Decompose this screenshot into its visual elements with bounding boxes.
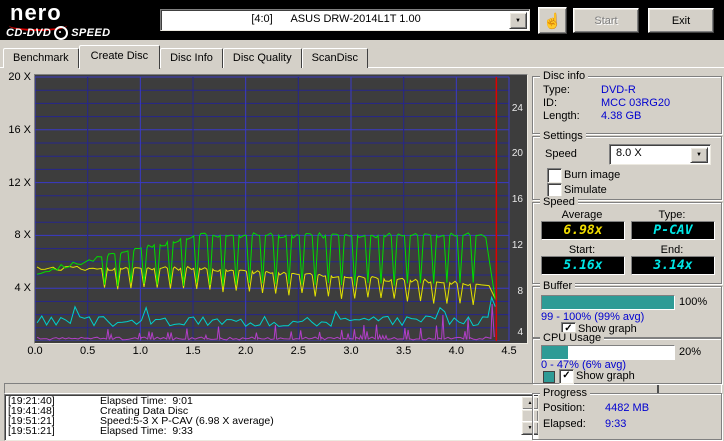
cpu-graph-color-swatch [543, 371, 555, 383]
x-axis-tick: 1.5 [185, 345, 201, 357]
start-label: Start: [568, 244, 596, 256]
right-axis-tick: 20 [511, 147, 523, 159]
tab-create-disc[interactable]: Create Disc [78, 45, 161, 69]
x-axis-tick: 0.0 [27, 345, 43, 357]
drive-select-arrow[interactable]: ▼ [509, 12, 527, 29]
drive-tool-button[interactable]: ☝ [538, 7, 567, 34]
right-axis-tick: 4 [517, 327, 523, 339]
drive-select-value: [4:0] ASUS DRW-2014L1T 1.00 [251, 13, 421, 25]
speed-select[interactable]: 8.0 X ▼ [609, 144, 711, 165]
left-axis-tick: 8 X [14, 229, 31, 242]
cpu-show-graph-checkbox[interactable]: ✓ [559, 369, 574, 384]
position-label: Position: [543, 402, 586, 414]
log-entry-time: [19:51:21] [8, 425, 55, 437]
buffer-group: Buffer 100% 99 - 100% (99% avg) ✓ Show g… [532, 280, 722, 338]
x-axis-tick: 2.5 [290, 345, 306, 357]
log-entry[interactable]: [19:51:21] Speed:5-3 X P-CAV (6.98 X aver… [8, 416, 535, 427]
speed-select-arrow[interactable]: ▼ [690, 147, 708, 163]
right-axis-tick: 8 [517, 286, 523, 298]
start-button[interactable]: Start [573, 8, 639, 33]
position-marker[interactable] [656, 384, 659, 393]
speed-chart: 24 20 16 12 8 4 [34, 74, 528, 344]
chevron-down-icon: ▼ [696, 152, 702, 158]
disc-id-value: MCC 03RG20 [601, 97, 671, 109]
log-entry[interactable]: [19:21:40] Elapsed Time: 9:01 [8, 396, 535, 407]
elapsed-label: Elapsed: [543, 418, 586, 430]
elapsed-value: 9:33 [605, 418, 627, 430]
log-rows: [19:21:40] Elapsed Time: 9:01 [19:41:48] Cr… [8, 396, 535, 437]
type-label: Type: [658, 209, 686, 221]
buffer-percent: 100% [679, 296, 708, 308]
product-name-part2: SPEED [71, 27, 111, 39]
end-speed-value: 3.14x [631, 256, 715, 275]
log-entry-text: Elapsed Time: 9:33 [100, 425, 193, 437]
speed-group: Speed Average 6.98x Type: P-CAV Start: 5… [532, 196, 722, 284]
speed-type-value: P-CAV [631, 221, 715, 240]
tab-benchmark[interactable]: Benchmark [3, 48, 79, 68]
disc-type-value: DVD-R [601, 84, 636, 96]
cpu-usage-bar [541, 345, 675, 360]
buffer-title: Buffer [540, 280, 576, 293]
x-axis-tick: 2.0 [238, 345, 254, 357]
right-axis-tick: 24 [511, 102, 523, 114]
buffer-level-fill [542, 296, 674, 309]
simulate-label: Simulate [564, 184, 607, 196]
burn-image-checkbox[interactable] [547, 168, 562, 183]
x-axis-tick: 1.0 [132, 345, 148, 357]
log-list[interactable]: [19:21:40] Elapsed Time: 9:01 [19:41:48] Cr… [4, 394, 539, 441]
buffer-level-bar [541, 295, 675, 310]
product-logo: CD-DVD SPEED [6, 26, 110, 40]
tab-disc-info[interactable]: Disc Info [160, 48, 223, 68]
x-axis-tick: 4.0 [448, 345, 464, 357]
app-window: nero CD-DVD SPEED [4:0] ASUS DRW-2014L1T… [0, 0, 724, 441]
average-speed-value: 6.98x [541, 221, 625, 240]
tab-bar: Benchmark Create Disc Disc Info Disc Qualit… [3, 45, 369, 69]
start-speed-value: 5.16x [541, 256, 625, 275]
x-axis-tick: 0.5 [80, 345, 96, 357]
speed-group-title: Speed [540, 196, 578, 209]
chevron-down-icon: ▼ [515, 17, 521, 24]
left-axis-tick: 12 X [8, 176, 31, 189]
left-axis-tick: 4 X [14, 282, 31, 295]
disc-id-label: ID: [543, 97, 558, 109]
left-axis-tick: 16 X [8, 123, 31, 136]
x-axis-tick: 3.5 [396, 345, 412, 357]
cpu-group: CPU Usage 20% 0 - 47% (6% avg) ✓ Show gr… [532, 332, 722, 384]
drive-select[interactable]: [4:0] ASUS DRW-2014L1T 1.00 ▼ [160, 9, 530, 31]
x-axis-tick: 3.0 [343, 345, 359, 357]
progress-title: Progress [540, 387, 591, 400]
cpu-usage-fill [542, 346, 569, 359]
speed-select-value: 8.0 X [616, 147, 642, 159]
cpu-title: CPU Usage [540, 332, 605, 345]
right-axis-tick: 12 [511, 239, 523, 251]
settings-group: Settings Speed 8.0 X ▼ Burn image Simula… [532, 130, 722, 200]
cpu-show-graph-label: Show graph [576, 370, 635, 382]
right-axis-tick: 16 [511, 193, 523, 205]
burn-image-label: Burn image [564, 169, 621, 181]
tab-scandisc[interactable]: ScanDisc [301, 48, 369, 68]
toolbar: nero CD-DVD SPEED [4:0] ASUS DRW-2014L1T… [0, 0, 724, 40]
disc-info-title: Disc info [540, 70, 589, 83]
x-axis-tick: 4.5 [501, 345, 517, 357]
left-axis-tick: 20 X [8, 71, 31, 83]
product-name-part1: CD-DVD [6, 27, 52, 39]
tab-disc-quality[interactable]: Disc Quality [222, 48, 302, 68]
cpu-percent: 20% [679, 346, 702, 358]
exit-button[interactable]: Exit [648, 8, 714, 33]
log-entry[interactable]: [19:51:21] Elapsed Time: 9:33 [8, 425, 535, 437]
settings-title: Settings [540, 130, 586, 143]
average-label: Average [561, 209, 603, 221]
disc-length-value: 4.38 GB [601, 110, 642, 122]
disc-type-label: Type: [543, 84, 570, 96]
progress-group: Progress Position: 4482 MB Elapsed: 9:33 [532, 387, 722, 440]
speed-label: Speed [545, 148, 577, 160]
disc-icon [54, 26, 69, 40]
buffer-range: 99 - 100% (99% avg) [541, 311, 645, 323]
disc-length-label: Length: [543, 110, 580, 122]
disc-info-group: Disc info Type: DVD-R ID: MCC 03RG20 Len… [532, 70, 722, 134]
end-label: End: [660, 244, 684, 256]
position-value: 4482 MB [605, 402, 650, 414]
hand-icon: ☝ [543, 12, 562, 30]
